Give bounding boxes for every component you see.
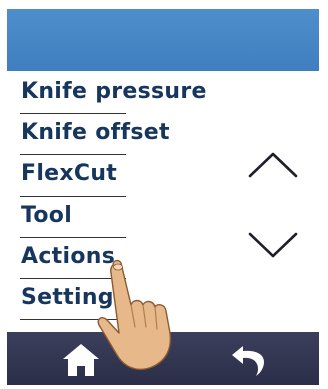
footer-bar [7,332,319,385]
scroll-up-button[interactable] [245,144,301,184]
menu-divider [20,154,126,156]
back-button[interactable] [229,342,267,378]
home-button[interactable] [61,342,101,378]
menu-item-label: Knife offset [21,120,170,146]
chevron-down-icon [248,232,298,258]
touch-screen: Knife pressure Knife offset FlexCut Tool… [7,9,319,385]
menu-divider [20,319,126,321]
menu-divider [20,195,126,197]
menu-item-settings[interactable]: Settings [20,281,140,322]
back-arrow-icon [232,346,264,376]
menu-list: Knife pressure Knife offset FlexCut Tool… [20,75,206,322]
chevron-up-icon [248,152,298,178]
menu-item-knife-offset[interactable]: Knife offset [20,116,169,157]
menu-item-label: FlexCut [21,161,118,187]
scroll-down-button[interactable] [245,224,301,264]
menu-item-label: Settings [21,284,128,310]
home-icon [63,344,99,376]
menu-divider [20,236,126,238]
menu-item-actions[interactable]: Actions [20,240,140,281]
menu-item-label: Tool [21,202,73,228]
menu-divider [20,113,126,115]
header-bar [7,9,319,71]
menu-item-flexcut[interactable]: FlexCut [20,157,140,198]
menu-item-tool[interactable]: Tool [20,199,140,240]
menu-divider [20,277,126,279]
menu-item-label: Knife pressure [21,79,207,104]
menu-item-label: Actions [21,243,116,269]
menu-item-knife-pressure[interactable]: Knife pressure [20,75,206,116]
